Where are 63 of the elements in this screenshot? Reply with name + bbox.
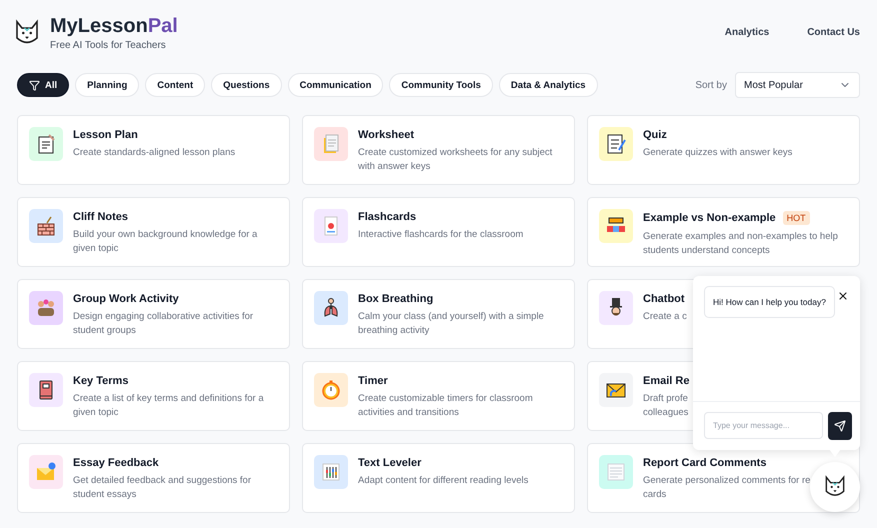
brand-name[interactable]: MyLessonPal <box>50 14 178 38</box>
filter-pill[interactable]: Content <box>145 73 206 97</box>
filter-pill[interactable]: Questions <box>211 73 282 97</box>
filter-pill[interactable]: Data & Analytics <box>498 73 598 97</box>
send-button[interactable] <box>828 412 852 440</box>
tool-title: Quiz <box>643 129 667 141</box>
tool-title: Cliff Notes <box>73 211 128 223</box>
tool-title: Flashcards <box>358 211 416 223</box>
tool-description: Build your own background knowledge for a given topic <box>73 228 258 256</box>
tool-title: Group Work Activity <box>73 293 179 305</box>
tool-title: Essay Feedback <box>73 457 159 469</box>
sort-select[interactable]: Most Popular <box>735 72 860 98</box>
tool-card[interactable]: Box Breathing Calm your class (and yourself) with a simple breathing activity <box>302 279 575 349</box>
close-button[interactable] <box>837 290 849 302</box>
close-icon <box>837 290 849 302</box>
tool-card[interactable]: Timer Create customizable timers for classroom activities and transitions <box>302 361 575 431</box>
tool-title: Timer <box>358 375 388 387</box>
tool-title: Chatbot <box>643 293 685 305</box>
tool-card[interactable]: Worksheet Create customized worksheets for any subject with answer keys <box>302 115 575 185</box>
tool-card[interactable]: Lesson Plan Create standards-aligned lesson plans <box>17 115 290 185</box>
tool-description: Draft profe colleagues <box>643 392 690 420</box>
tool-description: Generate examples and non-examples to help students understand concepts <box>643 230 839 258</box>
tool-description: Create a c <box>643 310 687 324</box>
hot-badge: HOT <box>782 211 810 225</box>
tool-title: Lesson Plan <box>73 129 138 141</box>
tool-description: Interactive flashcards for the classroom <box>358 228 524 242</box>
nav-link[interactable]: Contact Us <box>807 27 860 38</box>
tool-title: Text Leveler <box>358 457 422 469</box>
tool-card[interactable]: Example vs Non-example HOT Generate examples and non-examples to help students understand concepts <box>587 197 860 267</box>
tool-description: Design engaging collaborative activities for student groups <box>73 310 254 338</box>
filter-pill[interactable]: Community Tools <box>389 73 493 97</box>
tool-title: Box Breathing <box>358 293 434 305</box>
tool-card[interactable]: Text Leveler Adapt content for different reading levels <box>302 443 575 513</box>
filter-pill[interactable]: All <box>17 73 70 97</box>
tool-title: Report Card Comments <box>643 457 766 469</box>
tool-title: Example vs Non-example <box>643 212 776 224</box>
tool-card[interactable]: Key Terms Create a list of key terms and definitions for a given topic <box>17 361 290 431</box>
tool-card[interactable]: Flashcards Interactive flashcards for the classroom <box>302 197 575 267</box>
send-icon <box>834 420 846 432</box>
tool-description: Create a list of key terms and definitions for a given topic <box>73 392 265 420</box>
tool-description: Generate personalized comments for re cards <box>643 474 810 502</box>
tool-title: Key Terms <box>73 375 128 387</box>
tool-title: Worksheet <box>358 129 414 141</box>
tool-card[interactable]: Essay Feedback Get detailed feedback and suggestions for student essays <box>17 443 290 513</box>
tool-description: Create customized worksheets for any subject with answer keys <box>358 146 554 174</box>
tool-card[interactable]: Group Work Activity Design engaging collaborative activities for student groups <box>17 279 290 349</box>
tool-description: Generate quizzes with answer keys <box>643 146 792 160</box>
tool-description: Get detailed feedback and suggestions for student essays <box>73 474 252 502</box>
filter-pill[interactable]: Planning <box>75 73 140 97</box>
tool-description: Adapt content for different reading levels <box>358 474 528 488</box>
tagline: Free AI Tools for Teachers <box>50 40 167 51</box>
filter-icon <box>29 80 40 90</box>
tool-description: Create customizable timers for classroom activities and transitions <box>358 392 534 420</box>
chat-message: Hi! How can I help you today? <box>704 286 835 318</box>
tool-card[interactable]: Cliff Notes Build your own background knowledge for a given topic <box>17 197 290 267</box>
filter-pill[interactable]: Communication <box>288 73 384 97</box>
sort-label: Sort by <box>695 80 727 90</box>
tool-title: Email Re <box>643 375 690 387</box>
tool-card[interactable]: Quiz Generate quizzes with answer keys <box>587 115 860 185</box>
tool-description: Create standards-aligned lesson plans <box>73 146 236 160</box>
tool-description: Calm your class (and yourself) with a simple breathing activity <box>358 310 545 338</box>
nav-link[interactable]: Analytics <box>724 27 770 38</box>
message-input[interactable]: Type your message... <box>704 412 823 439</box>
